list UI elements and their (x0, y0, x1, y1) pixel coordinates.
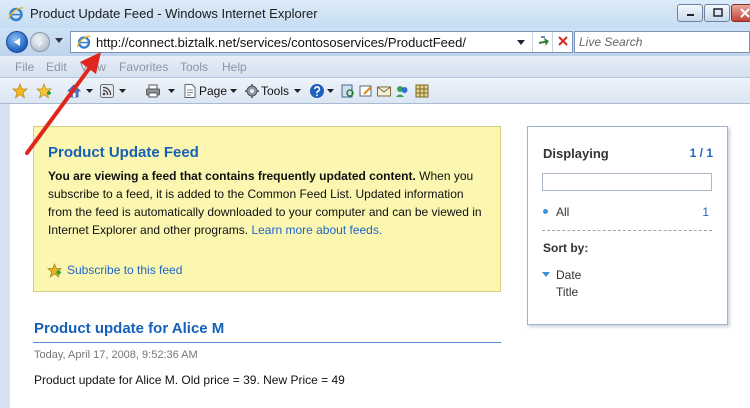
chevron-down-icon[interactable] (327, 89, 334, 93)
menu-favorites[interactable]: Favorites (119, 60, 168, 74)
feed-sidebar: Displaying 1 / 1 All 1 Sort by: Date Tit… (527, 126, 728, 325)
menu-edit[interactable]: Edit (46, 60, 67, 74)
feed-item-title[interactable]: Product update for Alice M (34, 320, 224, 337)
feeds-icon[interactable] (99, 83, 115, 99)
address-row (0, 28, 750, 56)
chevron-down-icon[interactable] (168, 89, 175, 93)
feed-description: You are viewing a feed that contains fre… (48, 167, 488, 239)
page-menu-label[interactable]: Page (199, 84, 227, 98)
menu-tools[interactable]: Tools (180, 60, 208, 74)
bullet-icon (543, 209, 548, 214)
grid-tool-icon[interactable] (414, 83, 430, 99)
chevron-down-icon[interactable] (230, 89, 237, 93)
subscribe-star-icon (47, 263, 62, 278)
forward-button[interactable] (30, 32, 50, 52)
feed-title: Product Update Feed (48, 144, 199, 161)
feed-notice-box: Product Update Feed You are viewing a fe… (33, 126, 501, 292)
messenger-icon[interactable] (394, 83, 410, 99)
internet-explorer-icon (8, 7, 24, 22)
refresh-icon (538, 36, 549, 46)
arrow-right-icon (38, 39, 44, 47)
home-icon[interactable] (66, 83, 82, 99)
title-bar: Product Update Feed - Windows Internet E… (0, 0, 750, 28)
filter-all-count: 1 (702, 205, 709, 219)
refresh-button[interactable] (532, 32, 553, 52)
sort-descending-icon (542, 272, 550, 277)
tools-menu-label[interactable]: Tools (261, 84, 289, 98)
subscribe-link[interactable]: Subscribe to this feed (67, 263, 182, 277)
close-button[interactable] (731, 4, 750, 22)
feed-item-divider (33, 342, 501, 343)
menu-help[interactable]: Help (222, 60, 247, 74)
filter-all-link[interactable]: All (556, 205, 569, 219)
page-icon[interactable] (182, 83, 198, 99)
sort-option-title[interactable]: Title (556, 285, 578, 299)
address-input[interactable] (96, 34, 516, 50)
search-box (574, 31, 750, 53)
blog-icon[interactable] (358, 83, 374, 99)
sort-by-label: Sort by: (543, 241, 589, 255)
menu-file[interactable]: File (15, 60, 34, 74)
close-icon (740, 8, 750, 18)
add-favorites-icon[interactable] (36, 83, 52, 99)
maximize-button[interactable] (704, 4, 730, 22)
arrow-left-icon (14, 38, 20, 46)
learn-more-link[interactable]: Learn more about feeds. (251, 223, 382, 237)
stop-button[interactable] (552, 32, 573, 52)
mail-icon[interactable] (376, 83, 392, 99)
research-icon[interactable] (340, 83, 356, 99)
maximize-icon (713, 8, 723, 17)
chevron-down-icon[interactable] (86, 89, 93, 93)
command-bar: Page Tools (0, 78, 750, 104)
window-title: Product Update Feed - Windows Internet E… (30, 6, 318, 21)
displaying-count: 1 / 1 (689, 146, 713, 160)
help-icon[interactable] (309, 83, 325, 99)
chevron-down-icon[interactable] (294, 89, 301, 93)
feed-description-bold: You are viewing a feed that contains fre… (48, 169, 416, 183)
sidebar-divider (542, 230, 712, 231)
stop-x-icon (558, 36, 568, 46)
page-ie-icon (76, 35, 91, 49)
address-box (70, 31, 573, 53)
gear-icon[interactable] (244, 83, 260, 99)
print-icon[interactable] (145, 83, 161, 99)
chevron-down-icon[interactable] (119, 89, 126, 93)
favorites-star-icon[interactable] (12, 83, 28, 99)
minimize-button[interactable] (677, 4, 703, 22)
filter-search-input[interactable] (542, 173, 712, 191)
minimize-icon (687, 14, 694, 16)
menu-bar: File Edit View Favorites Tools Help (0, 56, 750, 78)
chevron-down-icon[interactable] (517, 40, 525, 45)
menu-view[interactable]: View (80, 60, 106, 74)
back-button[interactable] (6, 31, 28, 53)
displaying-label: Displaying (543, 146, 609, 161)
chevron-down-icon[interactable] (55, 38, 63, 43)
feed-item-date: Today, April 17, 2008, 9:52:36 AM (34, 349, 198, 361)
search-input[interactable] (579, 34, 744, 50)
feed-item-body: Product update for Alice M. Old price = … (34, 373, 345, 387)
sort-option-date[interactable]: Date (556, 268, 581, 282)
